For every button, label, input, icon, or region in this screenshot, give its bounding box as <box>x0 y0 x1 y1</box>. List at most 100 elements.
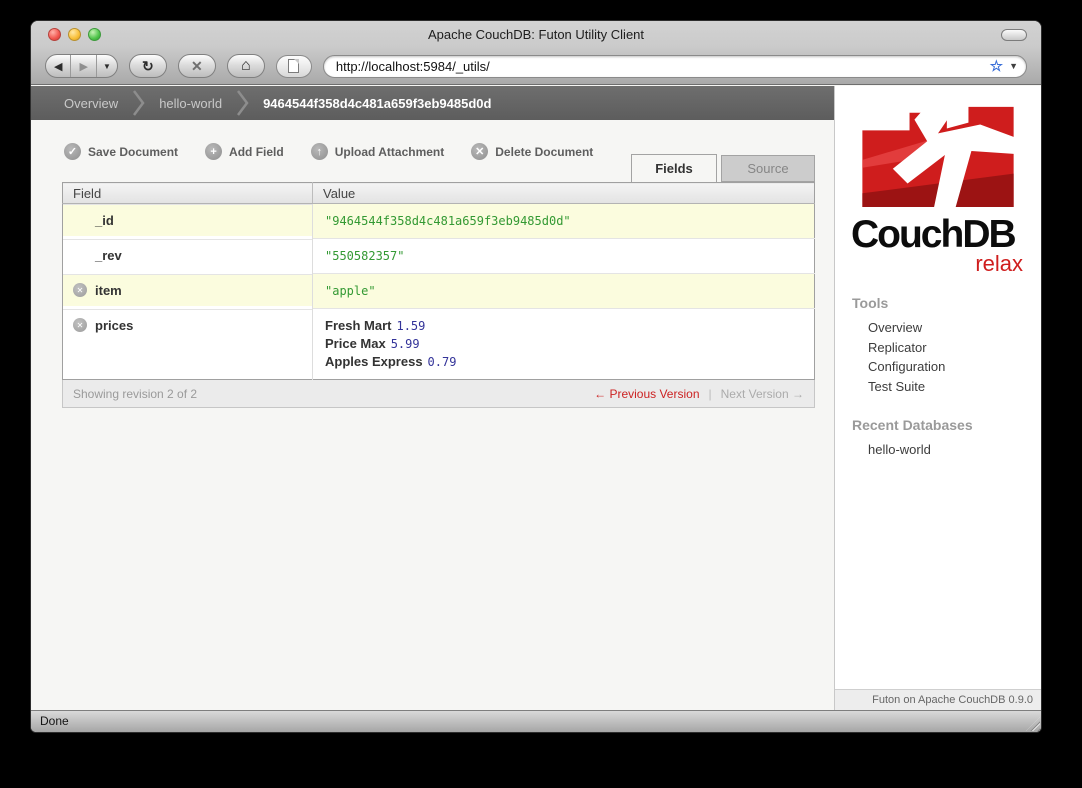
command-label: Add Field <box>229 144 284 159</box>
field-name[interactable]: _rev <box>95 248 122 263</box>
window-title: Apache CouchDB: Futon Utility Client <box>427 27 645 42</box>
revision-status: Showing revision 2 of 2 <box>73 386 198 401</box>
tab-source[interactable]: Source <box>721 155 815 182</box>
breadcrumb-link[interactable]: Overview <box>64 96 118 111</box>
string-value: "550582357" <box>325 249 405 263</box>
sidebar-heading: Recent Databases <box>852 417 973 433</box>
url-input[interactable] <box>335 58 990 74</box>
sidebar-sections: Tools Overview Replicator Configuration Test… <box>835 295 1041 460</box>
browser-toolbar: ◀ ▶ ▼ ↻ ✕ ⌂ ☆ ▼ <box>31 48 1041 84</box>
logo-tagline: relax <box>975 251 1023 276</box>
sidebar-item-replicator[interactable]: Replicator <box>868 338 1041 358</box>
sidebar-item-configuration[interactable]: Configuration <box>868 357 1041 377</box>
delete-document-button[interactable]: ✕ Delete Document <box>471 143 593 160</box>
value-cell[interactable]: "apple" <box>312 273 815 309</box>
main-panel: Overview hello-world 9464544f358d4c481a659… <box>31 86 834 710</box>
browser-window: Apache CouchDB: Futon Utility Client ◀ ▶… <box>30 20 1042 733</box>
titlebar[interactable]: Apache CouchDB: Futon Utility Client <box>31 21 1041 48</box>
stop-button[interactable]: ✕ <box>177 54 216 78</box>
url-bar: ☆ ▼ <box>322 54 1027 78</box>
value-cell[interactable]: "550582357" <box>312 238 815 274</box>
number-value: 0.79 <box>427 355 457 369</box>
field-name[interactable]: item <box>95 283 122 298</box>
sidebar: CouchDB relax Tools Overview Replicator Con… <box>834 86 1041 710</box>
dict-entry: Apples Express 0.79 <box>325 353 814 371</box>
document-editor: ✓ Save Document + Add Field ↑ Upload Attachme… <box>31 120 834 408</box>
chevron-right-icon <box>132 90 145 116</box>
status-text: Done <box>40 714 69 728</box>
field-cell: ✕ item <box>63 273 312 306</box>
breadcrumb-link[interactable]: hello-world <box>159 96 222 111</box>
previous-version-link[interactable]: ← Previous Version <box>594 387 699 401</box>
dict-entry: Price Max 5.99 <box>325 335 814 353</box>
upload-attachment-button[interactable]: ↑ Upload Attachment <box>310 143 445 160</box>
command-label: Delete Document <box>495 144 594 159</box>
sidebar-footer: Futon on Apache CouchDB 0.9.0 <box>835 689 1041 710</box>
table-row: _id "9464544f358d4c481a659f3eb9485d0d" <box>63 203 815 239</box>
home-button[interactable]: ⌂ <box>226 54 265 78</box>
field-name[interactable]: prices <box>95 318 133 333</box>
x-circle-icon: ✕ <box>471 143 489 160</box>
sidebar-heading: Tools <box>852 295 889 311</box>
reload-button[interactable]: ↻ <box>128 54 167 78</box>
save-document-button[interactable]: ✓ Save Document <box>64 143 178 160</box>
command-label: Save Document <box>88 144 179 159</box>
sidebar-section: Recent Databases hello-world <box>835 417 1041 460</box>
value-cell[interactable]: "9464544f358d4c481a659f3eb9485d0d" <box>312 203 815 239</box>
bookmark-star-icon[interactable]: ☆ <box>990 57 1003 75</box>
dict-key: Fresh Mart <box>325 318 392 333</box>
value-cell[interactable]: Fresh Mart 1.59 Price Max 5.99 Apples Expres… <box>312 308 815 380</box>
table-row: ✕ prices Fresh Mart 1.59 Price Max 5.99 Apples… <box>63 308 815 380</box>
field-name[interactable]: _id <box>95 213 114 228</box>
dict-entry: Fresh Mart 1.59 <box>325 317 814 335</box>
string-value: "apple" <box>325 284 376 298</box>
view-tabs: Fields Source <box>631 154 815 182</box>
table-header-row: Field Value <box>62 182 815 204</box>
next-version-link: Next Version → <box>720 386 804 401</box>
forward-button[interactable]: ▶ <box>70 55 95 77</box>
resize-grip-icon[interactable] <box>1026 717 1040 731</box>
couchdb-logo[interactable]: CouchDB relax <box>851 99 1026 276</box>
table-body: _id "9464544f358d4c481a659f3eb9485d0d" _re… <box>63 203 815 380</box>
sidebar-item-overview[interactable]: Overview <box>868 318 1041 338</box>
toolbar-toggle-button[interactable] <box>1001 29 1027 41</box>
window-chrome: Apache CouchDB: Futon Utility Client ◀ ▶… <box>31 21 1041 85</box>
history-dropdown-icon[interactable]: ▼ <box>95 55 117 77</box>
dict-key: Apples Express <box>325 354 423 369</box>
chevron-right-icon <box>236 90 249 116</box>
number-value: 5.99 <box>390 337 420 351</box>
table-row: ✕ item "apple" <box>63 273 815 309</box>
history-nav-group: ◀ ▶ ▼ <box>45 54 118 78</box>
check-circle-icon: ✓ <box>64 143 81 160</box>
command-label: Upload Attachment <box>334 144 445 159</box>
number-value: 1.59 <box>396 319 426 333</box>
field-cell: ✕ prices <box>63 308 312 341</box>
sidebar-item-hello-world[interactable]: hello-world <box>868 440 1041 460</box>
page-area: Overview hello-world 9464544f358d4c481a659… <box>31 86 1041 710</box>
plus-circle-icon: + <box>205 143 223 160</box>
breadcrumb-current: 9464544f358d4c481a659f3eb9485d0d <box>263 95 492 111</box>
column-header: Field <box>62 182 313 204</box>
sidebar-list: Overview Replicator Configuration Test Suit… <box>835 318 1041 396</box>
tab-fields[interactable]: Fields <box>631 154 717 182</box>
column-header: Value <box>312 182 815 204</box>
page-proxy-button[interactable] <box>275 54 312 78</box>
couchdb-logo-icon <box>862 102 1018 208</box>
breadcrumb: Overview hello-world 9464544f358d4c481a659… <box>31 86 834 120</box>
back-button[interactable]: ◀ <box>46 55 70 77</box>
field-cell: _id <box>63 204 312 236</box>
version-separator: | <box>708 386 712 401</box>
page-icon <box>288 59 300 73</box>
fields-table: Field Value _id "9464544f358d4c481a659f3eb… <box>62 182 815 380</box>
logo-title: CouchDB <box>851 213 1017 256</box>
delete-field-icon[interactable]: ✕ <box>73 283 87 297</box>
status-bar: Done <box>31 710 1041 732</box>
add-field-button[interactable]: + Add Field <box>205 143 284 160</box>
sidebar-list: hello-world <box>835 440 1041 460</box>
delete-field-icon[interactable]: ✕ <box>73 318 87 332</box>
sidebar-item-test-suite[interactable]: Test Suite <box>868 377 1041 397</box>
sidebar-section: Tools Overview Replicator Configuration Test… <box>835 295 1041 396</box>
url-dropdown-icon[interactable]: ▼ <box>1009 61 1018 71</box>
dict-key: Price Max <box>325 336 386 351</box>
table-row: _rev "550582357" <box>63 238 815 274</box>
